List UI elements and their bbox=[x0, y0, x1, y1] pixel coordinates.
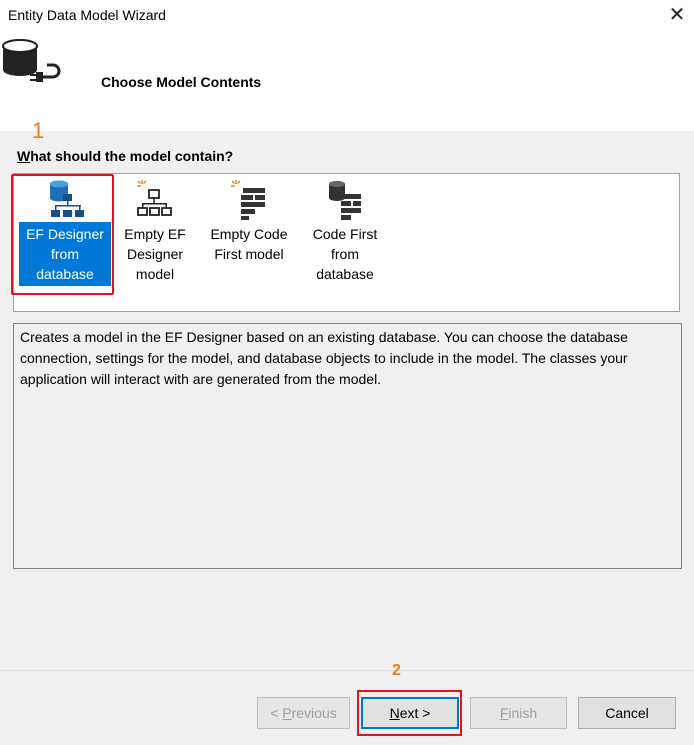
question-access-key: W bbox=[17, 148, 31, 164]
question-text: hat should the model contain? bbox=[30, 148, 234, 164]
previous-access-key: P bbox=[282, 705, 292, 721]
label-line: from bbox=[331, 246, 359, 262]
finish-button[interactable]: Finish bbox=[470, 697, 567, 729]
new-hierarchy-icon bbox=[137, 180, 172, 216]
page-title: Choose Model Contents bbox=[101, 74, 262, 90]
model-contents-list[interactable]: EF Designer from database Empty EF Desig… bbox=[13, 173, 680, 312]
database-code-first-icon bbox=[329, 181, 361, 220]
label-line: First model bbox=[214, 246, 284, 262]
window-title: Entity Data Model Wizard bbox=[8, 7, 166, 23]
model-option-label: Empty EF Designer model bbox=[117, 222, 193, 286]
next-label: ext > bbox=[399, 705, 431, 721]
model-option-code-first-from-database[interactable]: Code First from database bbox=[305, 178, 385, 286]
label-line: model bbox=[135, 266, 175, 282]
label-line: Empty Code bbox=[210, 226, 288, 242]
model-option-ef-designer-from-database[interactable]: EF Designer from database bbox=[19, 178, 111, 286]
finish-label: inish bbox=[508, 705, 538, 721]
title-bar: Entity Data Model Wizard ✕ bbox=[0, 0, 694, 32]
label-line: EF Designer bbox=[26, 226, 104, 242]
model-description: Creates a model in the EF Designer based… bbox=[13, 323, 682, 569]
label-line: database bbox=[36, 266, 94, 282]
new-code-first-icon bbox=[231, 180, 265, 220]
next-button[interactable]: Next > bbox=[361, 697, 459, 729]
model-option-label: Empty Code First model bbox=[204, 222, 294, 266]
next-access-key: N bbox=[389, 705, 400, 721]
model-option-label: EF Designer from database bbox=[19, 222, 111, 286]
annotation-step-1: 1 bbox=[32, 118, 45, 143]
model-question-label: What should the model contain? bbox=[17, 148, 233, 164]
previous-button[interactable]: < Previous bbox=[257, 697, 350, 729]
label-line: Code First bbox=[312, 226, 378, 242]
database-hierarchy-icon bbox=[50, 180, 84, 217]
label-line: Designer bbox=[126, 246, 184, 262]
label-line: Empty EF bbox=[124, 226, 186, 242]
annotation-step-2: 2 bbox=[392, 662, 401, 679]
close-icon[interactable]: ✕ bbox=[660, 0, 694, 30]
label-line: database bbox=[316, 266, 374, 282]
model-option-empty-code-first[interactable]: Empty Code First model bbox=[204, 178, 294, 266]
database-plug-icon bbox=[2, 39, 61, 82]
cancel-button[interactable]: Cancel bbox=[578, 697, 676, 729]
footer-separator bbox=[0, 670, 694, 671]
model-option-label: Code First from database bbox=[305, 222, 385, 286]
label-line: from bbox=[51, 246, 79, 262]
previous-label: revious bbox=[291, 705, 337, 721]
previous-prefix: < bbox=[270, 705, 283, 721]
model-option-empty-ef-designer[interactable]: Empty EF Designer model bbox=[117, 178, 193, 286]
